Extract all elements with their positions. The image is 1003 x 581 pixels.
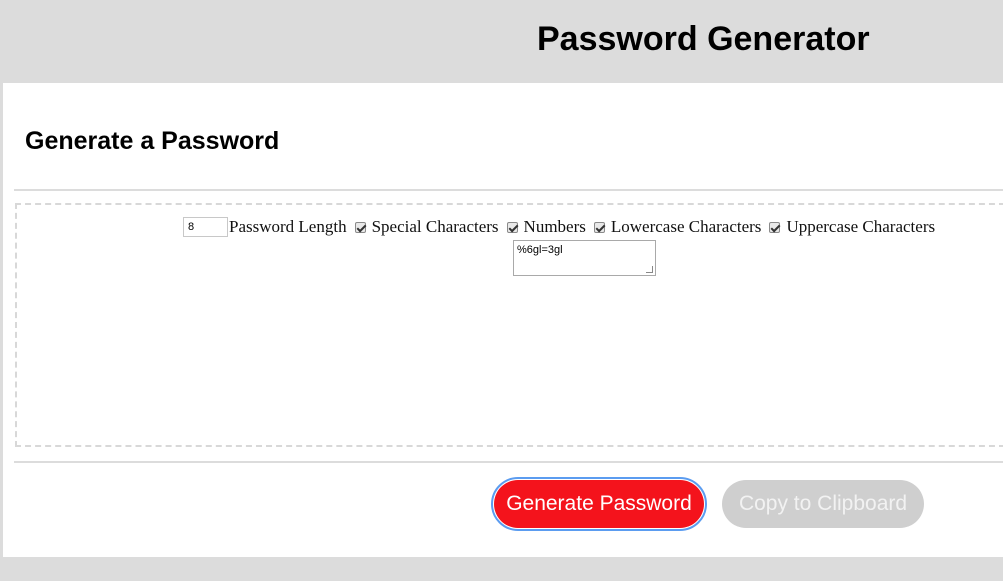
page-header: Password Generator: [0, 0, 1003, 83]
password-output-textarea[interactable]: %6gl=3gl: [513, 240, 656, 276]
lowercase-characters-label: Lowercase Characters: [610, 217, 762, 236]
page-title: Password Generator: [537, 20, 870, 58]
numbers-checkbox[interactable]: [506, 221, 518, 233]
uppercase-characters-label: Uppercase Characters: [786, 217, 936, 236]
special-characters-label: Special Characters: [371, 217, 499, 236]
generate-password-button[interactable]: Generate Password: [491, 477, 707, 531]
card-heading: Generate a Password: [25, 127, 280, 155]
password-card: Generate a Password Password Length Spec…: [3, 83, 1003, 557]
password-output-text: %6gl=3gl: [517, 244, 563, 256]
password-length-input[interactable]: [183, 217, 228, 237]
special-characters-checkbox[interactable]: [354, 221, 366, 233]
options-row: Password Length Special Characters Numbe…: [183, 217, 941, 237]
card-header-divider: [14, 189, 1003, 191]
card-body: Password Length Special Characters Numbe…: [15, 203, 1003, 447]
lowercase-characters-checkbox[interactable]: [593, 221, 605, 233]
copy-to-clipboard-button[interactable]: Copy to Clipboard: [722, 480, 924, 528]
card-footer-divider: [14, 461, 1003, 463]
resize-grip-icon[interactable]: [646, 266, 653, 273]
password-length-label: Password Length: [229, 217, 347, 236]
numbers-label: Numbers: [523, 217, 586, 236]
uppercase-characters-checkbox[interactable]: [769, 221, 781, 233]
